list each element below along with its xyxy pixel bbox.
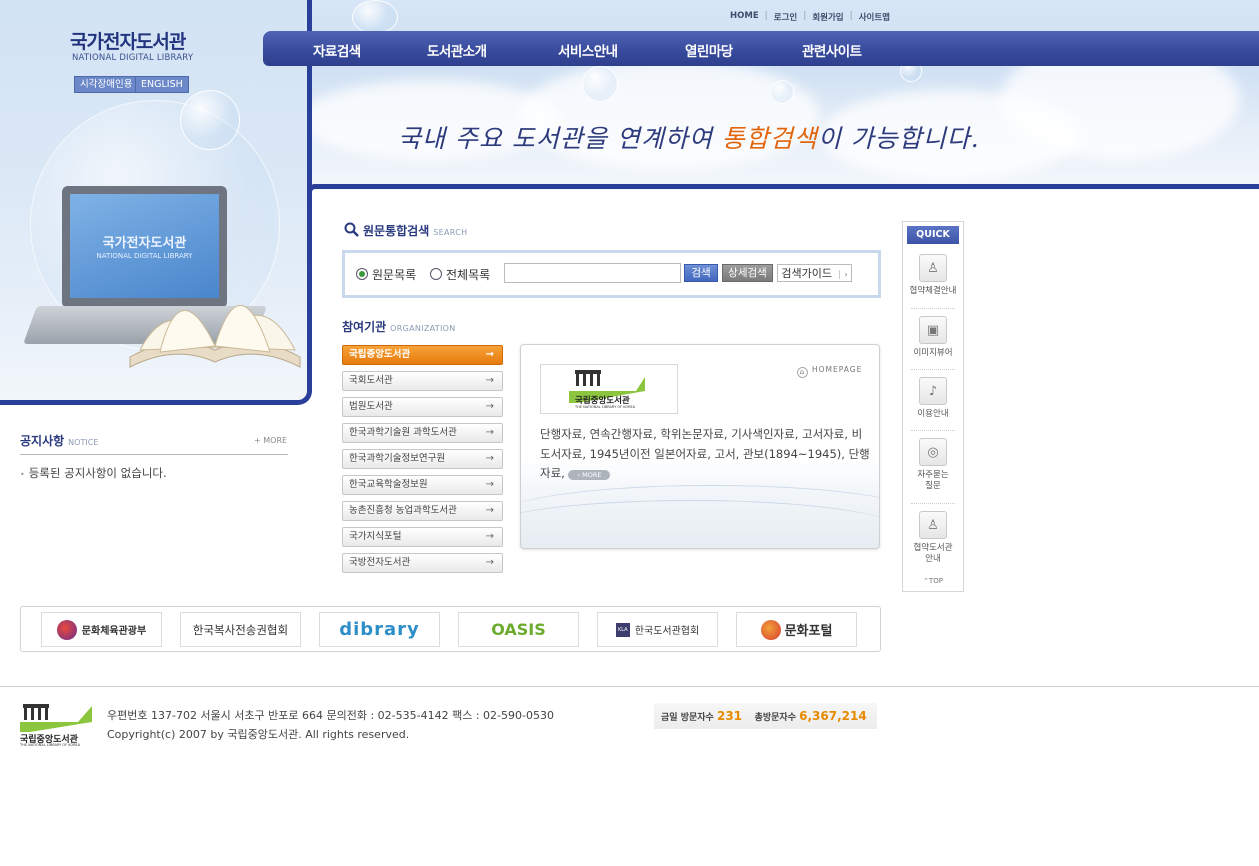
- quick-item-faq[interactable]: ◎ 자주묻는 질문: [903, 438, 963, 492]
- total-visitors: 6,367,214: [799, 709, 867, 723]
- image-icon: ▣: [919, 316, 947, 344]
- site-logo-title[interactable]: 국가전자도서관: [70, 27, 186, 54]
- magnifier-icon: [344, 222, 359, 237]
- org-item-nlk[interactable]: 국립중앙도서관 →: [342, 345, 503, 365]
- arrow-right-icon: →: [485, 505, 494, 516]
- org-item-court[interactable]: 법원도서관 →: [342, 397, 503, 417]
- slogan-highlight: 통합검색: [721, 124, 818, 153]
- arrow-right-icon: →: [485, 453, 494, 464]
- org-item-defense[interactable]: 국방전자도서관 →: [342, 553, 503, 573]
- sitemap-link[interactable]: 사이트맵: [853, 11, 896, 23]
- banner-dibrary[interactable]: dibrary: [319, 612, 440, 647]
- radio-full-text-label[interactable]: 원문목록: [372, 266, 416, 283]
- org-item-rda[interactable]: 농촌진흥청 농업과학도서관 →: [342, 501, 503, 521]
- nav-item-related-sites[interactable]: 관련사이트: [802, 40, 862, 60]
- notice-title: 공지사항 NOTICE: [20, 434, 99, 448]
- quick-item-partner-libraries[interactable]: ♙ 협약도서관 안내: [903, 511, 963, 565]
- detail-search-button[interactable]: 상세검색: [722, 264, 773, 282]
- search-guide-button[interactable]: 검색가이드 ›: [777, 264, 852, 282]
- quick-menu: QUICK ♙ 협약체결안내 ▣ 이미지뷰어 ♪ 이용안내 ◎ 자주묻는 질문 ♙ 협약도…: [902, 221, 964, 592]
- login-link[interactable]: 로그인: [768, 11, 803, 23]
- arrow-right-icon: →: [485, 479, 494, 490]
- banner-kla[interactable]: KLA 한국도서관협회: [597, 612, 718, 647]
- home-link[interactable]: HOME: [724, 11, 765, 23]
- nav-item-about[interactable]: 도서관소개: [427, 40, 487, 60]
- search-button[interactable]: 검색: [684, 264, 718, 282]
- org-item-national-assembly[interactable]: 국회도서관 →: [342, 371, 503, 391]
- radio-all-catalog-label[interactable]: 전체목록: [446, 266, 490, 283]
- arrow-right-icon: →: [485, 375, 494, 386]
- open-book-icon: [129, 305, 301, 368]
- site-logo-subtitle: NATIONAL DIGITAL LIBRARY: [72, 53, 194, 63]
- search-input[interactable]: [504, 263, 681, 283]
- banner-copyright-assoc[interactable]: 한국복사전송권협회: [180, 612, 301, 647]
- slogan: 국내 주요 도서관을 연계하여 통합검색이 가능합니다.: [398, 124, 980, 153]
- organization-info-panel: 국립중앙도서관 THE NATIONAL LIBRARY OF KOREA ⌂ H…: [520, 344, 880, 549]
- more-button[interactable]: › MORE: [568, 470, 611, 480]
- accessibility-button[interactable]: 시각장애인용: [74, 76, 139, 93]
- notice-empty-message: • 등록된 공지사항이 없습니다.: [20, 466, 167, 480]
- footer-address: 우편번호 137-702 서울시 서초구 반포로 664 문의전화 : 02-5…: [107, 709, 554, 722]
- org-item-keris[interactable]: 한국교육학술정보원 →: [342, 475, 503, 495]
- signup-link[interactable]: 회원가입: [806, 11, 849, 23]
- home-icon: ⌂: [797, 367, 808, 378]
- utility-links: HOME | 로그인 | 회원가입 | 사이트맵: [724, 11, 896, 23]
- banner-mcst[interactable]: 문화체육관광부: [41, 612, 162, 647]
- notice-more-link[interactable]: + MORE: [254, 436, 287, 445]
- org-item-kaist[interactable]: 한국과학기술원 과학도서관 →: [342, 423, 503, 443]
- people-icon: ♙: [919, 511, 947, 539]
- visitor-counter: 금일 방문자수 231 총방문자수 6,367,214: [654, 703, 877, 729]
- organization-section-title: 참여기관 ORGANIZATION: [342, 320, 456, 334]
- nav-item-services[interactable]: 서비스안내: [558, 40, 618, 60]
- search-box: 원문목록 전체목록 검색 상세검색 검색가이드 ›: [342, 250, 881, 298]
- radio-full-text[interactable]: [356, 268, 368, 280]
- speaker-icon: ♪: [919, 377, 947, 405]
- footer-nlk-logo: 국립중앙도서관 THE NATIONAL LIBRARY OF KOREA: [20, 702, 92, 747]
- partner-banner-strip: 문화체육관광부 한국복사전송권협회 dibrary OASIS KLA 한국도서…: [20, 606, 881, 652]
- quick-item-image-viewer[interactable]: ▣ 이미지뷰어: [903, 316, 963, 359]
- chevron-right-icon: ›: [839, 270, 848, 279]
- arrow-right-icon: →: [485, 557, 494, 568]
- scroll-top-link[interactable]: ⌃TOP: [903, 577, 963, 585]
- today-visitors: 231: [716, 709, 743, 723]
- banner-oasis[interactable]: OASIS: [458, 612, 579, 647]
- organization-description: 단행자료, 연속간행자료, 학위논문자료, 기사색인자료, 고서자료, 비도서자…: [540, 427, 870, 480]
- nav-item-search[interactable]: 자료검색: [313, 40, 361, 60]
- laptop-subtitle: NATIONAL DIGITAL LIBRARY: [96, 252, 193, 260]
- quick-menu-title: QUICK: [907, 226, 959, 244]
- banner-culture-portal[interactable]: 문화포털: [736, 612, 857, 647]
- arrow-right-icon: →: [485, 401, 494, 412]
- nav-item-forum[interactable]: 열린마당: [685, 40, 733, 60]
- nlk-logo-subtext: THE NATIONAL LIBRARY OF KOREA: [575, 405, 636, 409]
- arrow-right-icon: →: [485, 349, 494, 360]
- quick-item-usage-guide[interactable]: ♪ 이용안내: [903, 377, 963, 420]
- org-item-kisti[interactable]: 한국과학기술정보연구원 →: [342, 449, 503, 469]
- radio-all-catalog[interactable]: [430, 268, 442, 280]
- search-section-title: 원문통합검색 SEARCH: [344, 222, 467, 239]
- kla-logo-icon: KLA: [615, 622, 630, 637]
- microphone-icon: ◎: [919, 438, 947, 466]
- homepage-link[interactable]: ⌂ HOMEPAGE: [797, 365, 862, 378]
- nlk-logo[interactable]: 국립중앙도서관 THE NATIONAL LIBRARY OF KOREA: [540, 364, 678, 414]
- footer-copyright: Copyright(c) 2007 by 국립중앙도서관. All rights…: [107, 728, 410, 741]
- people-icon: ♙: [919, 254, 947, 282]
- english-button[interactable]: ENGLISH: [135, 76, 189, 93]
- main-navigation: 자료검색 도서관소개 서비스안내 열린마당 관련사이트: [263, 31, 1259, 66]
- content-frame-border: [307, 184, 1259, 192]
- bullet-icon: •: [20, 470, 25, 479]
- org-item-knowledge-portal[interactable]: 국가지식포털 →: [342, 527, 503, 547]
- laptop-title: 국가전자도서관: [102, 236, 187, 251]
- arrow-right-icon: →: [485, 531, 494, 542]
- culture-portal-logo-icon: [760, 619, 781, 640]
- arrow-right-icon: →: [485, 427, 494, 438]
- mcst-logo-icon: [56, 619, 77, 640]
- quick-item-agreement[interactable]: ♙ 협약체결안내: [903, 254, 963, 297]
